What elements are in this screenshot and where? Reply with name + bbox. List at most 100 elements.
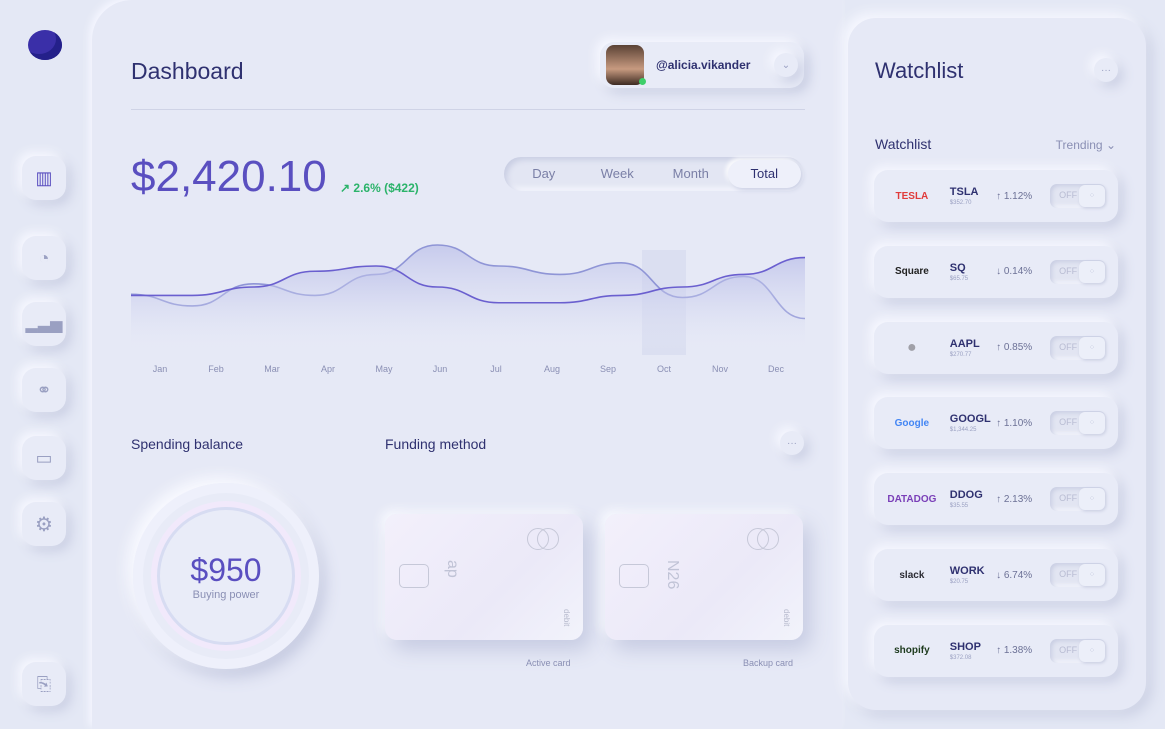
logout-button[interactable]: ⎘ — [22, 662, 66, 706]
x-tick-label: May — [375, 364, 393, 374]
more-options-button[interactable]: ··· — [780, 431, 804, 455]
brand-logo: ● — [882, 339, 942, 357]
divider — [131, 109, 805, 110]
card-brand-mark: N26 — [664, 560, 681, 590]
watchlist-more-button[interactable]: ··· — [1094, 58, 1118, 82]
user-menu[interactable]: @alicia.vikander ⌄ — [600, 42, 804, 88]
watch-toggle[interactable]: OFF ⁘ — [1050, 563, 1106, 587]
watch-toggle[interactable]: OFF ⁘ — [1050, 487, 1106, 512]
card-brand-mark: ap — [444, 560, 461, 578]
stock-price: $1,344.25 — [949, 427, 977, 434]
watch-toggle[interactable]: OFF ⁘ — [1050, 638, 1106, 663]
trending-dropdown[interactable]: Trending ⌄ — [1056, 138, 1116, 152]
stock-symbol: SQ — [949, 261, 966, 274]
toggle-knob[interactable]: ⁘ — [1079, 185, 1105, 207]
stock-price: $20.75 — [949, 579, 969, 585]
arrow-down-icon: ↓ — [996, 569, 1002, 581]
stock-price: $372.08 — [949, 654, 972, 661]
sidebar-item-dashboard[interactable]: ▥ — [22, 156, 66, 200]
x-tick-label: Jul — [490, 364, 502, 374]
arrow-up-icon: ↑ — [996, 342, 1002, 354]
toggle-label: OFF — [1059, 265, 1078, 276]
tab-day[interactable]: Day — [507, 160, 581, 188]
watchlist-item[interactable]: shopify SHOP $372.08 ↑ 1.38% OFF ⁘ — [874, 624, 1118, 677]
brand-name: shopify — [894, 645, 930, 657]
trending-label: Trending — [1055, 138, 1103, 152]
toggle-knob[interactable]: ⁘ — [1079, 488, 1105, 511]
stats-icon: ▂▃▅ — [25, 316, 63, 333]
x-tick-label: Mar — [264, 364, 280, 374]
arrow-up-icon: ↑ — [996, 417, 1002, 429]
brand-name: TESLA — [895, 190, 929, 202]
brand-name: Google — [894, 417, 930, 429]
watch-toggle[interactable]: OFF ⁘ — [1050, 184, 1106, 208]
stock-info: DDOG $35.55 — [950, 489, 996, 509]
x-tick-label: Dec — [768, 364, 785, 374]
stock-price: $352.70 — [949, 200, 972, 206]
stock-info: AAPL $270.77 — [950, 338, 996, 358]
chevron-down-icon[interactable]: ⌄ — [774, 53, 798, 77]
sidebar-item-cards[interactable]: ▭ — [22, 436, 66, 480]
sidebar: ▥ ◔ ▂▃▅ ⚭ ▭ ⚙ ⎘ — [0, 0, 90, 729]
watchlist-item[interactable]: ● AAPL $270.77 ↑ 0.85% OFF ⁘ — [874, 321, 1118, 374]
gear-icon: ⚙ — [35, 513, 53, 536]
brand-logo: shopify — [882, 645, 942, 656]
brand-logo: slack — [882, 570, 942, 581]
active-card[interactable]: ap debit — [385, 514, 583, 640]
username: @alicia.vikander — [656, 58, 751, 72]
toggle-knob[interactable]: ⁘ — [1079, 564, 1105, 586]
balance-chart: Jan Feb Mar Apr May Jun Jul Aug Sep Oct Nov Dec — [131, 244, 805, 374]
toggle-label: OFF — [1059, 644, 1078, 655]
page-title: Dashboard — [131, 58, 244, 84]
tab-month[interactable]: Month — [654, 160, 728, 188]
change-value: 0.85% — [1003, 342, 1033, 354]
sidebar-item-settings[interactable]: ⚙ — [22, 502, 66, 546]
gauge-icon: ◔ — [38, 247, 50, 268]
change-value: 1.38% — [1003, 645, 1033, 657]
arrow-up-icon: ↑ — [996, 493, 1002, 505]
watch-toggle[interactable]: OFF ⁘ — [1050, 259, 1106, 284]
spending-ring: $950 Buying power — [133, 483, 319, 669]
x-tick-label: Nov — [712, 364, 729, 374]
watchlist-item[interactable]: DATADOG DDOG $35.55 ↑ 2.13% OFF ⁘ — [874, 473, 1118, 526]
x-tick-label: Apr — [321, 364, 335, 374]
sidebar-item-exchange[interactable]: ⚭ — [22, 368, 66, 412]
logout-icon: ⎘ — [36, 673, 52, 694]
apple-icon: ● — [907, 338, 917, 356]
toggle-knob[interactable]: ⁘ — [1079, 412, 1105, 435]
brand-name: DATADOG — [887, 493, 937, 505]
coins-icon: ⚭ — [36, 379, 52, 400]
chevron-down-icon: ⌄ — [1105, 138, 1116, 152]
toggle-knob[interactable]: ⁘ — [1079, 336, 1105, 359]
watch-toggle[interactable]: OFF ⁘ — [1050, 411, 1106, 436]
watchlist-item[interactable]: Square SQ $65.75 ↓ 0.14% OFF ⁘ — [874, 245, 1118, 298]
toggle-label: OFF — [1059, 341, 1078, 352]
toggle-knob[interactable]: ⁘ — [1079, 639, 1105, 662]
watchlist-item[interactable]: slack WORK $20.75 ↓ 6.74% OFF ⁘ — [874, 549, 1118, 601]
watch-toggle[interactable]: OFF ⁘ — [1050, 335, 1106, 360]
change-value: 1.12% — [1003, 190, 1033, 202]
stock-info: GOOGL $1,344.25 — [950, 413, 996, 433]
active-card-label: Active card — [526, 658, 571, 668]
toggle-knob[interactable]: ⁘ — [1079, 260, 1105, 283]
sidebar-item-gauge[interactable]: ◔ — [22, 236, 66, 280]
brand-logo: DATADOG — [882, 494, 942, 505]
stock-info: TSLA $352.70 — [950, 186, 996, 206]
watchlist-item[interactable]: Google GOOGL $1,344.25 ↑ 1.10% OFF ⁘ — [874, 397, 1118, 450]
x-tick-label: Feb — [208, 364, 224, 374]
change-value: 6.74% — [1003, 569, 1033, 581]
brand-logo: Google — [882, 418, 942, 429]
card-type: debit — [562, 608, 571, 626]
watchlist-item[interactable]: TESLA TSLA $352.70 ↑ 1.12% OFF ⁘ — [874, 170, 1118, 222]
stock-info: SQ $65.75 — [950, 262, 996, 282]
toggle-label: OFF — [1059, 190, 1078, 200]
tab-week[interactable]: Week — [581, 160, 655, 188]
x-tick-label: Jun — [433, 364, 448, 374]
backup-card[interactable]: N26 debit — [605, 514, 803, 640]
sidebar-item-stats[interactable]: ▂▃▅ — [22, 302, 66, 346]
tab-total[interactable]: Total — [727, 160, 801, 188]
stock-change: ↓ 6.74% — [996, 570, 1050, 581]
stock-info: SHOP $372.08 — [950, 641, 996, 661]
x-tick-label: Sep — [600, 364, 616, 374]
balance-change: ↗ 2.6% ($422) — [340, 181, 419, 195]
